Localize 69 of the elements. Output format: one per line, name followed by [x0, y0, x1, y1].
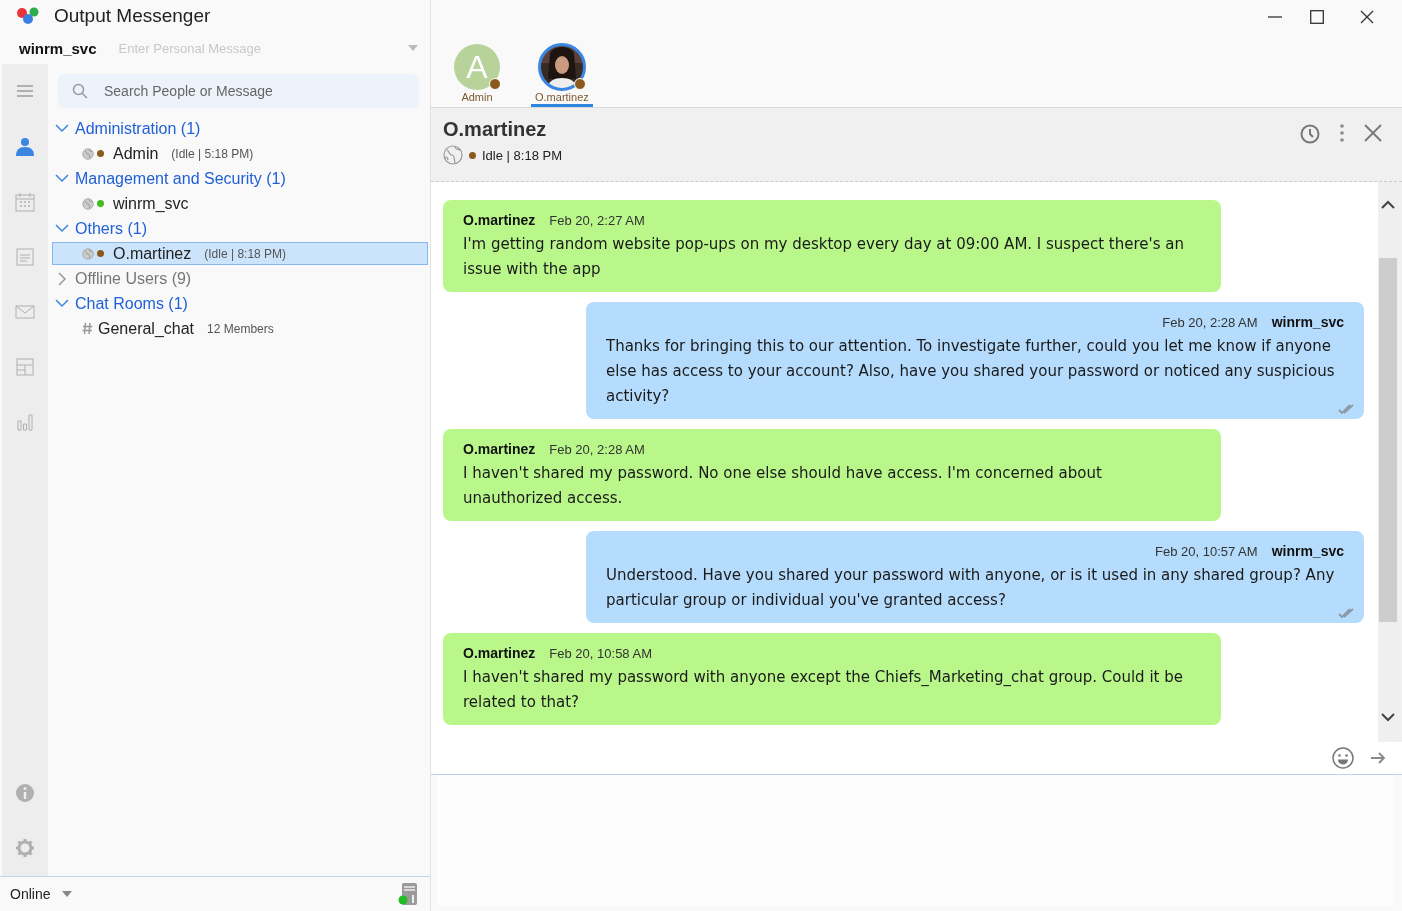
- message-time: Feb 20, 10:57 AM: [1155, 544, 1258, 559]
- chevron-right-icon[interactable]: [55, 271, 69, 286]
- maximize-icon[interactable]: [1310, 10, 1324, 24]
- message-text: I haven't shared my password with anyone except the Chiefs_Marketing_chat group. Could it be related to that?: [463, 667, 1184, 713]
- sender-name: O.martinez: [463, 441, 536, 457]
- user-name: winrm_svc: [19, 39, 97, 57]
- search-field[interactable]: Search People or Message: [58, 74, 419, 108]
- grid-icon[interactable]: [15, 357, 35, 377]
- scroll-down-icon[interactable]: [1381, 712, 1395, 722]
- status-dot: [469, 151, 476, 159]
- send-arrow-icon[interactable]: [1370, 752, 1386, 764]
- status-dropdown[interactable]: Online: [10, 886, 73, 902]
- message-input[interactable]: [437, 775, 1394, 905]
- sender-name: O.martinez: [463, 645, 536, 661]
- globe-icon: [82, 147, 94, 160]
- globe-icon: [82, 247, 94, 260]
- contact-item[interactable]: Admin (Idle | 5:18 PM): [52, 142, 428, 165]
- contact-name: General_chat: [98, 319, 195, 338]
- info-icon[interactable]: [15, 783, 35, 803]
- bar-chart-icon[interactable]: [15, 412, 35, 432]
- caret-icon: [62, 891, 73, 897]
- search-icon: [72, 83, 88, 99]
- envelope-icon[interactable]: [15, 302, 35, 322]
- group-label[interactable]: Others (1): [75, 219, 147, 238]
- group-label[interactable]: Management and Security (1): [75, 169, 286, 188]
- contact-name: O.martinez: [113, 244, 192, 263]
- calendar-icon[interactable]: [15, 192, 35, 212]
- contact-name: Admin: [113, 144, 159, 163]
- clock-icon[interactable]: [1300, 124, 1320, 144]
- sender-name: winrm_svc: [1271, 314, 1344, 330]
- group-label[interactable]: Administration (1): [75, 119, 201, 138]
- window-title: Output Messenger: [54, 5, 211, 27]
- member-count: 12 Members: [207, 321, 274, 336]
- chat-tab[interactable]: O.martinez: [531, 43, 593, 107]
- avatar: A: [454, 44, 500, 90]
- contact-item[interactable]: General_chat 12 Members: [52, 317, 428, 340]
- server-icon[interactable]: [398, 882, 418, 906]
- emoji-icon[interactable]: [1332, 747, 1354, 769]
- message-time: Feb 20, 2:28 AM: [549, 442, 645, 457]
- sender-name: winrm_svc: [1271, 543, 1344, 559]
- person-icon[interactable]: [15, 137, 35, 157]
- globe-icon: [82, 197, 94, 210]
- dropdown-caret-icon[interactable]: [408, 45, 418, 51]
- contact-status: (Idle | 5:18 PM): [171, 146, 254, 161]
- contact-name: winrm_svc: [113, 194, 189, 213]
- scroll-up-icon[interactable]: [1381, 200, 1395, 210]
- message-text: I'm getting random website pop-ups on my desktop every day at 09:00 AM. I suspect there's an issue with the app: [463, 234, 1185, 280]
- close-icon[interactable]: [1360, 10, 1374, 24]
- message-text: I haven't shared my password. No one else should have access. I'm concerned about unauthorized access.: [463, 463, 1103, 509]
- group-label[interactable]: Chat Rooms (1): [75, 294, 188, 313]
- group-label[interactable]: Offline Users (9): [75, 269, 192, 288]
- contact-status: (Idle | 8:18 PM): [204, 246, 287, 261]
- message-time: Feb 20, 2:27 AM: [549, 213, 645, 228]
- message-text: Thanks for bringing this to our attention. To investigate further, could you let me know if anyone else has access to your account? Also, have you shared your password or noticed any suspicious activity?: [606, 336, 1336, 407]
- message-time: Feb 20, 10:58 AM: [549, 646, 652, 661]
- hash-icon: [82, 322, 93, 335]
- chat-tab[interactable]: A Admin: [449, 43, 505, 107]
- sender-name: O.martinez: [463, 212, 536, 228]
- message-text: Understood. Have you shared your password with anyone, or is it used in any shared group? Any particular group or individual you've granted access?: [606, 565, 1336, 611]
- globe-icon: [443, 145, 463, 165]
- contact-item[interactable]: winrm_svc: [52, 192, 428, 215]
- scrollbar-thumb[interactable]: [1379, 258, 1397, 622]
- more-options-icon[interactable]: [1340, 124, 1344, 142]
- contact-item[interactable]: O.martinez (Idle | 8:18 PM): [52, 242, 428, 265]
- logo-icon: [16, 6, 40, 26]
- message-time: Feb 20, 2:28 AM: [1162, 315, 1258, 330]
- contact-name: O.martinez: [443, 118, 548, 141]
- gear-icon[interactable]: [15, 838, 35, 858]
- contact-status: Idle | 8:18 PM: [482, 147, 562, 163]
